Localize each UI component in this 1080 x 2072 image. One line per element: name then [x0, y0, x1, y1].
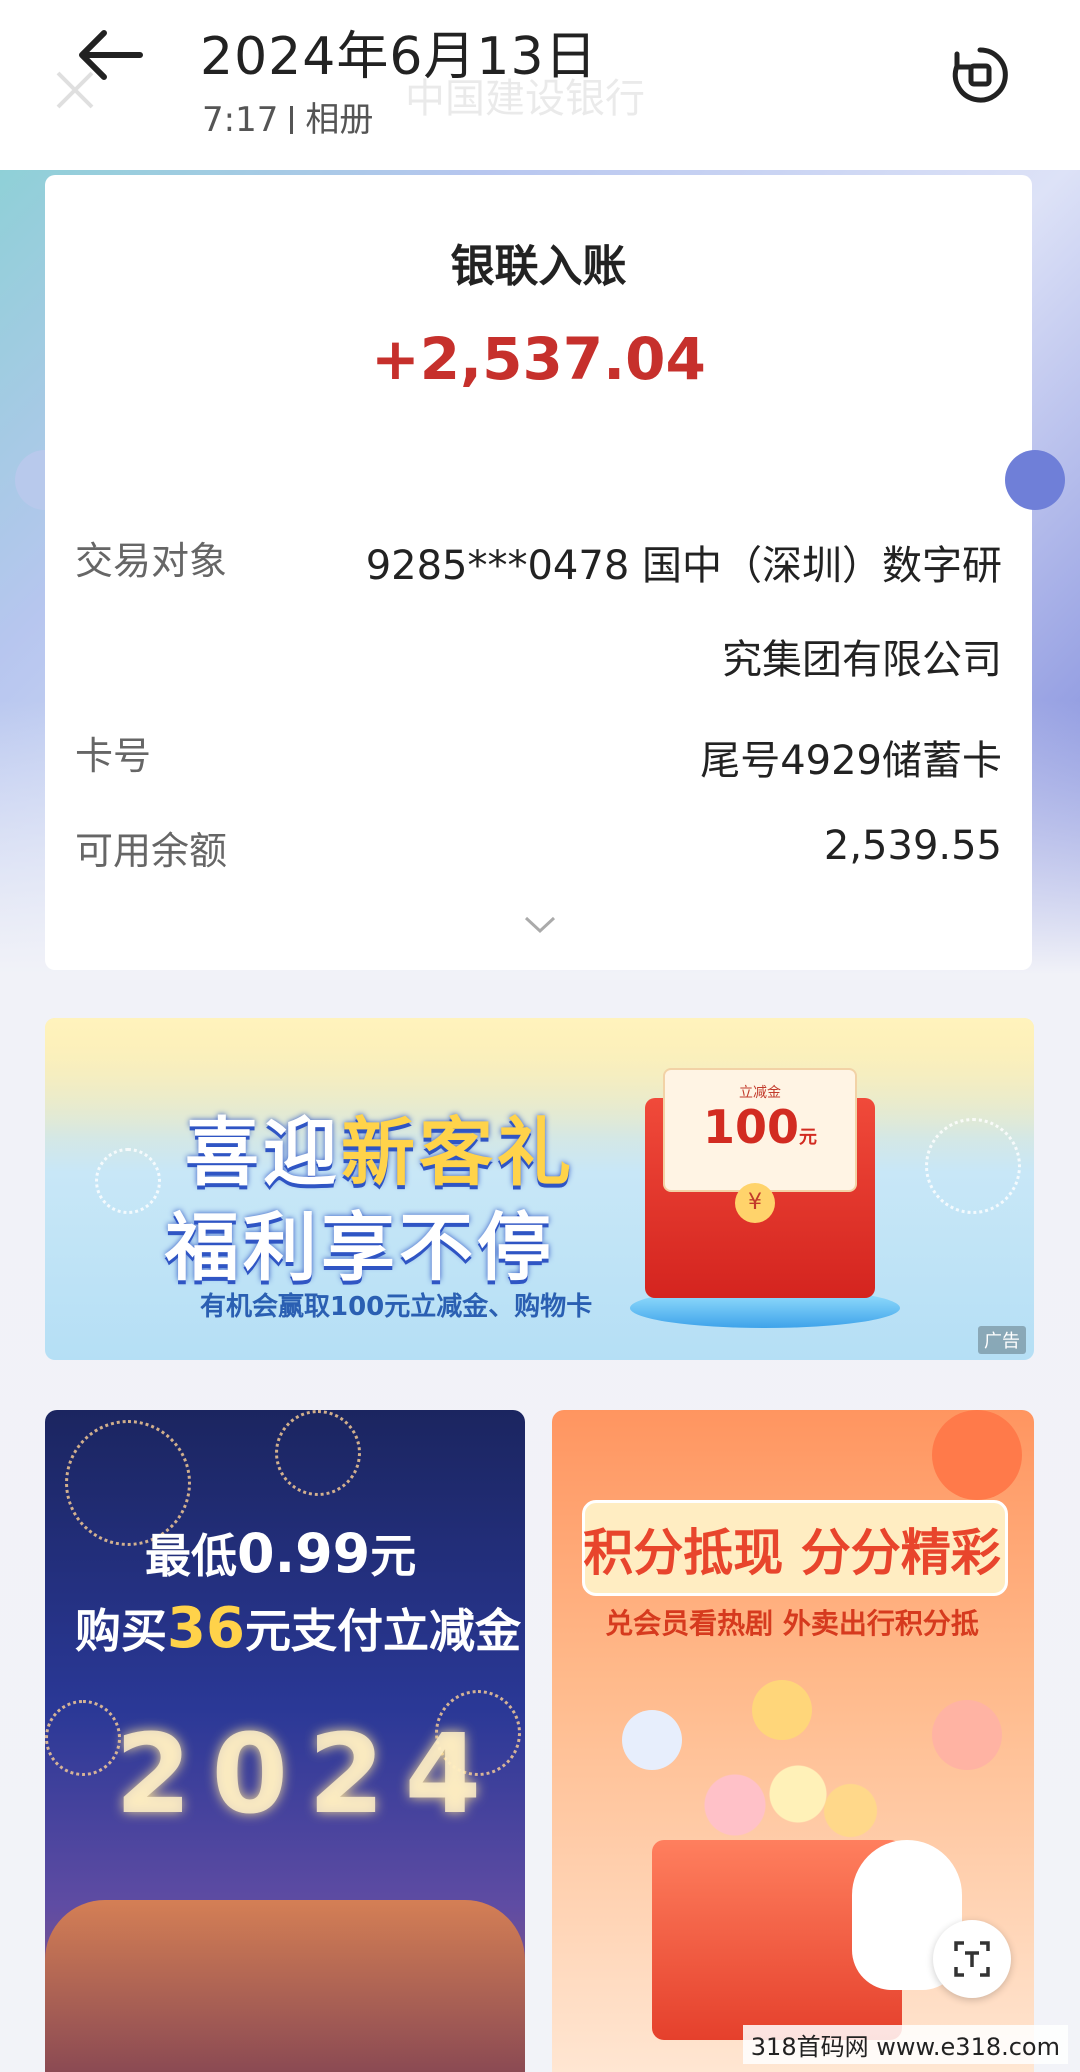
ad-banner-new-customer[interactable]: 喜迎新客礼 福利享不停 有机会赢取100元立减金、购物卡 立减金 100元 ¥ … [45, 1018, 1034, 1360]
chevron-down-icon[interactable] [523, 915, 557, 935]
promo-card-discount[interactable]: 最低0.99元 购买36元支付立减金 2024 [45, 1410, 525, 2072]
banner-subtitle: 有机会赢取100元立减金、购物卡 [200, 1292, 593, 1322]
ticket-bubble [932, 1700, 1002, 1770]
available-balance-value: 2,539.55 [823, 823, 1002, 869]
firework-decoration [95, 1148, 161, 1214]
top-bar: 中国建设银行 2024年6月13日 7:17 相册 [0, 0, 1080, 170]
coupon-label: 立减金 [739, 1085, 781, 1101]
promo-headline-1: 最低0.99元 [145, 1520, 416, 1586]
headline-part: 最低 [145, 1529, 237, 1583]
yuan-seal-icon: ¥ [735, 1183, 775, 1223]
banner-headline-2: 福利享不停 [165, 1205, 555, 1291]
back-arrow-icon[interactable] [70, 10, 160, 100]
headline-number: 36 [167, 1596, 245, 1661]
promo-subtitle: 兑会员看热剧 外卖出行积分抵 [605, 1607, 979, 1640]
card-number-value: 尾号4929储蓄卡 [700, 738, 1002, 784]
available-balance-label: 可用余额 [75, 829, 228, 873]
card-number-label: 卡号 [75, 734, 152, 778]
transaction-amount: +2,537.04 [371, 325, 706, 393]
page-title: 2024年6月13日 [200, 27, 598, 87]
receipt-notch-right [1005, 450, 1065, 510]
counterparty-value-line1: 9285***0478 国中（深圳）数字研 [365, 543, 1002, 589]
photo-time: 7:17 [202, 100, 279, 140]
headline-part: 购买 [75, 1604, 167, 1658]
counterparty-value-line2: 究集团有限公司 [722, 637, 1002, 683]
firework-decoration [45, 1700, 121, 1776]
year-firework-text: 2024 [115, 1710, 502, 1838]
photo-meta: 7:17 相册 [202, 92, 373, 141]
celebrating-crowd-illustration [45, 1900, 525, 2072]
transaction-type: 银联入账 [450, 241, 627, 292]
coupon-amount-unit: 元 [799, 1127, 818, 1148]
coupon-card: 立减金 100元 [663, 1068, 857, 1192]
promo-title: 积分抵现 分分精彩 [583, 1524, 1001, 1582]
firework-decoration [275, 1410, 361, 1496]
ad-tag: 广告 [978, 1326, 1026, 1354]
separator [290, 106, 294, 134]
transaction-receipt-card: 银联入账 +2,537.04 交易对象 9285***0478 国中（深圳）数字… [45, 175, 1032, 970]
counterparty-label: 交易对象 [75, 539, 228, 583]
scan-text-button[interactable] [933, 1920, 1011, 1998]
album-label: 相册 [305, 100, 374, 140]
banner-headline-1: 喜迎新客礼 [185, 1093, 575, 1200]
rotate-icon[interactable] [945, 40, 1015, 110]
scan-text-icon [954, 1941, 990, 1977]
screen: 中国建设银行 2024年6月13日 7:17 相册 银联入账 +2,537.04 … [0, 0, 1080, 2072]
headline-part: 元支付立减金 [244, 1604, 521, 1658]
headline-part: 喜迎 [185, 1110, 341, 1196]
headline-part: 元 [370, 1529, 417, 1583]
headline-number: 0.99 [237, 1522, 371, 1585]
firework-decoration [925, 1118, 1021, 1214]
site-watermark: 318首码网 www.e318.com [742, 2025, 1068, 2064]
coupon-amount-number: 100 [702, 1100, 800, 1154]
coupon-amount: 100元 [665, 1100, 855, 1154]
vip-bubble [752, 1680, 812, 1740]
decoration-bubble [932, 1410, 1022, 1500]
headline-highlight: 新客礼 [341, 1110, 575, 1196]
promo-headline-2: 购买36元支付立减金 [75, 1595, 521, 1661]
